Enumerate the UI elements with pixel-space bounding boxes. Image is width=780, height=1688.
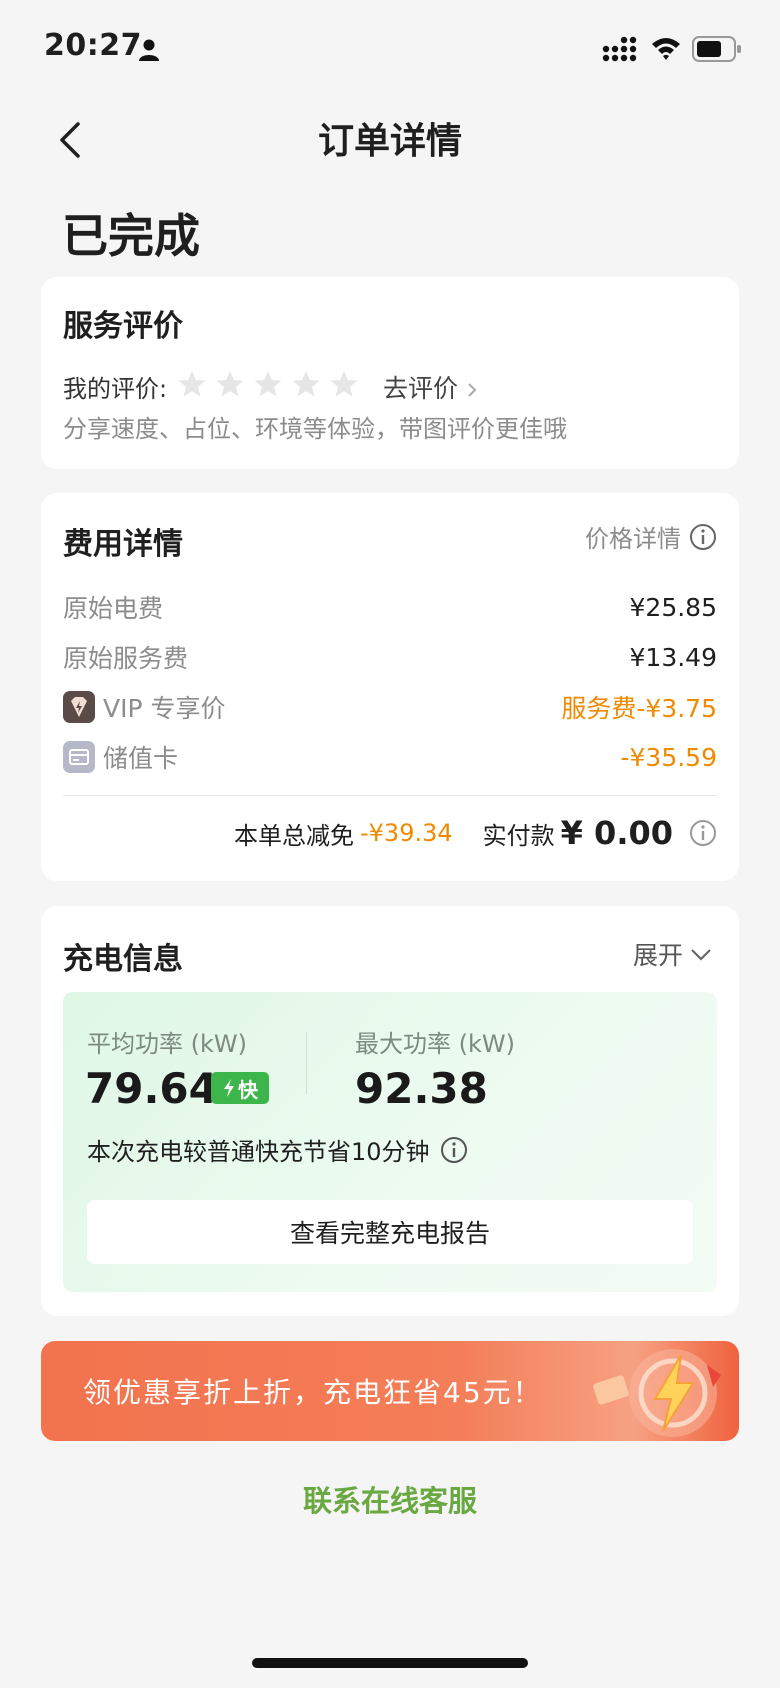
chevron-right-icon	[468, 383, 477, 397]
time-saved-text: 本次充电较普通快充节省10分钟	[87, 1132, 468, 1167]
contact-customer-service-link[interactable]: 联系在线客服	[0, 1478, 780, 1520]
avg-power-label: 平均功率 (kW)	[87, 1030, 247, 1058]
promo-text: 领优惠享折上折，充电狂省45元！	[83, 1376, 543, 1409]
fee-value: -¥35.59	[620, 742, 718, 772]
fee-label: 储值卡	[103, 744, 179, 773]
price-detail-link[interactable]: 价格详情	[585, 519, 717, 554]
wifi-icon	[652, 38, 680, 60]
divider	[306, 1032, 307, 1094]
home-indicator	[252, 1658, 528, 1668]
battery-icon	[692, 36, 741, 62]
fee-row: 储值卡 -¥35.59	[63, 737, 717, 777]
rating-star-icon[interactable]	[291, 369, 321, 399]
go-review-label: 去评价	[383, 374, 459, 403]
fee-value: 服务费-¥3.75	[561, 694, 717, 723]
total-row: 本单总减免 -¥39.34 实付款 ¥ 0.00	[234, 811, 717, 855]
rating-star-icon[interactable]	[215, 369, 245, 399]
info-icon[interactable]	[440, 1136, 468, 1164]
rating-star-icon[interactable]	[253, 369, 283, 399]
page-title: 订单详情	[317, 121, 462, 162]
my-rating-label: 我的评价:	[63, 375, 168, 403]
fee-details-card: 费用详情 价格详情 原始电费 ¥25.85 原始服务费 ¥13.49 VIP 专…	[41, 493, 739, 881]
person-icon	[139, 39, 159, 61]
service-review-card: 服务评价 我的评价: 去评价 分享速度、占位、环境等体验，带图评价更佳哦	[41, 277, 739, 469]
total-discount-label: 本单总减免	[234, 821, 354, 850]
vip-diamond-icon	[63, 691, 95, 723]
divider	[63, 795, 717, 796]
fee-value: ¥13.49	[629, 642, 717, 672]
go-review-link[interactable]: 去评价	[383, 369, 478, 405]
fee-label: VIP 专享价	[103, 694, 226, 723]
charging-info-card: 充电信息 展开 平均功率 (kW) 79.64 快 最大功率 (kW) 92.3…	[41, 906, 739, 1316]
status-time: 20:27	[44, 28, 142, 63]
lightning-icon	[224, 1079, 234, 1097]
rating-star-icon[interactable]	[177, 369, 207, 399]
fee-label: 原始电费	[63, 594, 164, 623]
info-icon[interactable]	[689, 819, 717, 847]
paid-amount: ¥ 0.00	[560, 814, 673, 852]
order-status-heading: 已完成	[62, 209, 200, 263]
total-discount-value: -¥39.34	[360, 819, 453, 847]
fee-label-group: VIP 专享价	[63, 689, 226, 725]
fee-label-group: 储值卡	[63, 739, 178, 775]
fee-row: 原始服务费 ¥13.49	[63, 637, 717, 677]
time-saved-label: 本次充电较普通快充节省10分钟	[87, 1138, 430, 1166]
stored-value-card-icon	[63, 741, 95, 773]
fee-title: 费用详情	[63, 527, 183, 562]
expand-label: 展开	[632, 941, 683, 970]
chevron-down-icon	[691, 949, 711, 961]
fee-value: ¥25.85	[629, 592, 717, 622]
lightning-coupon-icon	[593, 1349, 721, 1437]
rating-star-icon[interactable]	[329, 369, 359, 399]
paid-label: 实付款	[482, 821, 555, 850]
fast-charge-badge: 快	[211, 1072, 269, 1104]
review-hint-text: 分享速度、占位、环境等体验，带图评价更佳哦	[63, 415, 567, 443]
fee-row: VIP 专享价 服务费-¥3.75	[63, 687, 717, 727]
view-charging-report-button[interactable]: 查看完整充电报告	[87, 1200, 693, 1264]
price-detail-label: 价格详情	[585, 525, 681, 553]
charging-stats-panel: 平均功率 (kW) 79.64 快 最大功率 (kW) 92.38 本次充电较普…	[63, 992, 717, 1292]
fee-row: 原始电费 ¥25.85	[63, 587, 717, 627]
promo-banner[interactable]: 领优惠享折上折，充电狂省45元！	[41, 1341, 739, 1441]
cellular-signal-icon	[602, 36, 637, 62]
charging-title: 充电信息	[63, 942, 183, 977]
fee-label: 原始服务费	[63, 644, 189, 673]
max-power-label: 最大功率 (kW)	[355, 1030, 515, 1058]
info-icon	[690, 523, 716, 550]
expand-toggle[interactable]: 展开	[633, 936, 713, 972]
fast-badge-label: 快	[238, 1077, 258, 1102]
review-title: 服务评价	[63, 309, 183, 344]
max-power-value: 92.38	[355, 1064, 488, 1113]
avg-power-value: 79.64	[85, 1064, 218, 1113]
